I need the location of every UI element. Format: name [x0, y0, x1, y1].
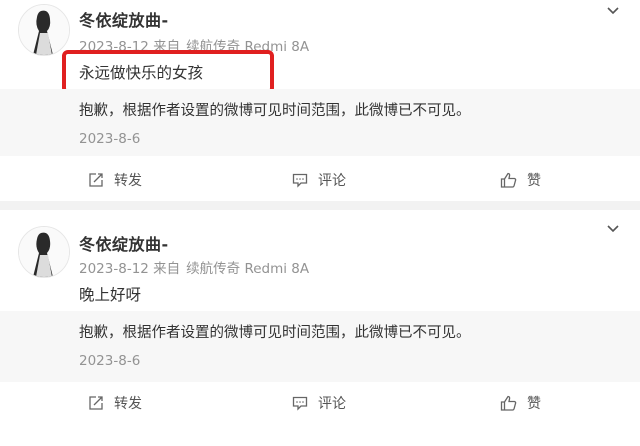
post-meta: 2023-8-12 来自 续航传奇 Redmi 8A [79, 257, 309, 277]
avatar[interactable] [18, 226, 70, 278]
repost-button[interactable]: 转发 [88, 170, 142, 190]
avatar[interactable] [18, 4, 70, 56]
comment-label: 评论 [318, 396, 346, 412]
chevron-down-icon[interactable] [606, 4, 620, 18]
username[interactable]: 冬依绽放曲- [79, 231, 169, 255]
post-card-2: 冬依绽放曲- 2023-8-12 来自 续航传奇 Redmi 8A 晚上好呀 抱歉… [0, 210, 640, 446]
post-text: 晚上好呀 [79, 286, 142, 304]
comment-icon [292, 396, 308, 411]
repost-button[interactable]: 转发 [88, 393, 142, 413]
highlight-box [62, 50, 274, 94]
quoted-post[interactable]: 抱歉，根据作者设置的微博可见时间范围，此微博已不可见。 2023-8-6 [0, 311, 640, 382]
comment-button[interactable]: 评论 [292, 393, 346, 413]
comment-button[interactable]: 评论 [292, 170, 346, 190]
quote-notice: 抱歉，根据作者设置的微博可见时间范围，此微博已不可见。 [79, 103, 471, 119]
repost-icon [89, 396, 103, 410]
quoted-post[interactable]: 抱歉，根据作者设置的微博可见时间范围，此微博已不可见。 2023-8-6 [0, 89, 640, 156]
like-button[interactable]: 赞 [500, 393, 541, 413]
comment-label: 评论 [318, 173, 346, 189]
username[interactable]: 冬依绽放曲- [79, 7, 169, 31]
like-label: 赞 [527, 396, 541, 412]
repost-label: 转发 [114, 396, 142, 412]
like-icon [500, 172, 517, 188]
comment-icon [292, 173, 308, 188]
post-device[interactable]: 续航传奇 Redmi 8A [186, 261, 309, 277]
quote-date: 2023-8-6 [79, 353, 141, 369]
quote-date: 2023-8-6 [79, 131, 141, 147]
like-label: 赞 [527, 173, 541, 189]
post-card-1: 冬依绽放曲- 2023-8-12 来自 续航传奇 Redmi 8A 永远做快乐的女… [0, 0, 640, 201]
quote-notice: 抱歉，根据作者设置的微博可见时间范围，此微博已不可见。 [79, 325, 471, 341]
post-date: 2023-8-12 来自 [79, 261, 181, 277]
chevron-down-icon[interactable] [606, 222, 620, 236]
like-icon [500, 395, 517, 411]
repost-icon [89, 173, 103, 187]
repost-label: 转发 [114, 173, 142, 189]
like-button[interactable]: 赞 [500, 170, 541, 190]
